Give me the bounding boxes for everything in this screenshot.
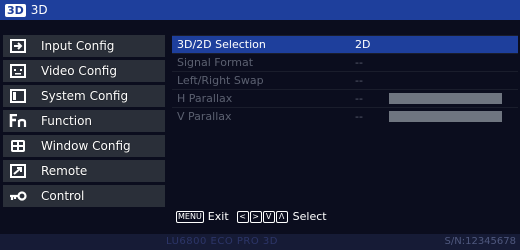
serial-number: S/N:12345678 — [444, 236, 516, 247]
setting-name: H Parallax — [177, 92, 233, 105]
video-icon — [3, 60, 33, 82]
sidebar-item-system-config[interactable]: System Config — [3, 85, 165, 107]
sidebar-item-label: Function — [41, 114, 93, 128]
setting-value: 2D — [355, 38, 371, 51]
function-icon — [3, 110, 33, 132]
h-parallax-slider — [389, 93, 502, 104]
menu-key-icon: MENU — [176, 210, 204, 223]
nav-keys: < > V Λ — [236, 210, 289, 223]
exit-label: Exit — [207, 210, 229, 223]
3d-badge-icon: 3D — [5, 3, 26, 17]
setting-name: Left/Right Swap — [177, 74, 264, 87]
window-icon — [3, 135, 33, 157]
setting-name: 3D/2D Selection — [177, 38, 266, 51]
down-arrow-key-icon: V — [262, 210, 275, 223]
setting-row-h-parallax: H Parallax -- — [172, 89, 518, 107]
setting-value: -- — [355, 110, 363, 123]
system-icon — [3, 85, 33, 107]
setting-row-3d-2d-selection[interactable]: 3D/2D Selection 2D — [172, 35, 518, 53]
menu-header: 3D 3D — [0, 0, 520, 20]
status-footer: LU6800 ECO PRO 3D S/N:12345678 — [0, 234, 520, 250]
setting-row-left-right-swap: Left/Right Swap -- — [172, 71, 518, 89]
v-parallax-slider — [389, 111, 502, 122]
sidebar-item-video-config[interactable]: Video Config — [3, 60, 165, 82]
sidebar: Input Config Video Config System Config … — [3, 35, 165, 210]
sidebar-item-control[interactable]: Control — [3, 185, 165, 207]
input-icon — [3, 35, 33, 57]
sidebar-item-label: Input Config — [41, 39, 115, 53]
sidebar-item-label: Video Config — [41, 64, 117, 78]
osd-menu: 3D 3D Input Config Video Config System C… — [0, 0, 520, 250]
setting-value: -- — [355, 92, 363, 105]
setting-row-v-parallax: V Parallax -- — [172, 107, 518, 125]
sidebar-item-window-config[interactable]: Window Config — [3, 135, 165, 157]
sidebar-item-label: Control — [41, 189, 85, 203]
setting-name: Signal Format — [177, 56, 254, 69]
menu-title: 3D — [30, 3, 48, 17]
key-hint: MENU Exit < > V Λ Select — [176, 210, 327, 223]
remote-icon — [3, 160, 33, 182]
select-label: Select — [292, 210, 327, 223]
settings-panel: 3D/2D Selection 2D Signal Format -- Left… — [172, 35, 518, 125]
sidebar-item-label: Window Config — [41, 139, 131, 153]
sidebar-item-function[interactable]: Function — [3, 110, 165, 132]
setting-name: V Parallax — [177, 110, 232, 123]
sidebar-item-label: System Config — [41, 89, 129, 103]
up-arrow-key-icon: Λ — [275, 210, 288, 223]
sidebar-item-input-config[interactable]: Input Config — [3, 35, 165, 57]
sidebar-item-label: Remote — [41, 164, 88, 178]
setting-value: -- — [355, 74, 363, 87]
model-name: LU6800 ECO PRO 3D — [166, 236, 278, 247]
key-icon — [3, 185, 33, 207]
right-arrow-key-icon: > — [249, 210, 262, 223]
setting-row-signal-format: Signal Format -- — [172, 53, 518, 71]
left-arrow-key-icon: < — [236, 210, 249, 223]
setting-value: -- — [355, 56, 363, 69]
sidebar-item-remote[interactable]: Remote — [3, 160, 165, 182]
